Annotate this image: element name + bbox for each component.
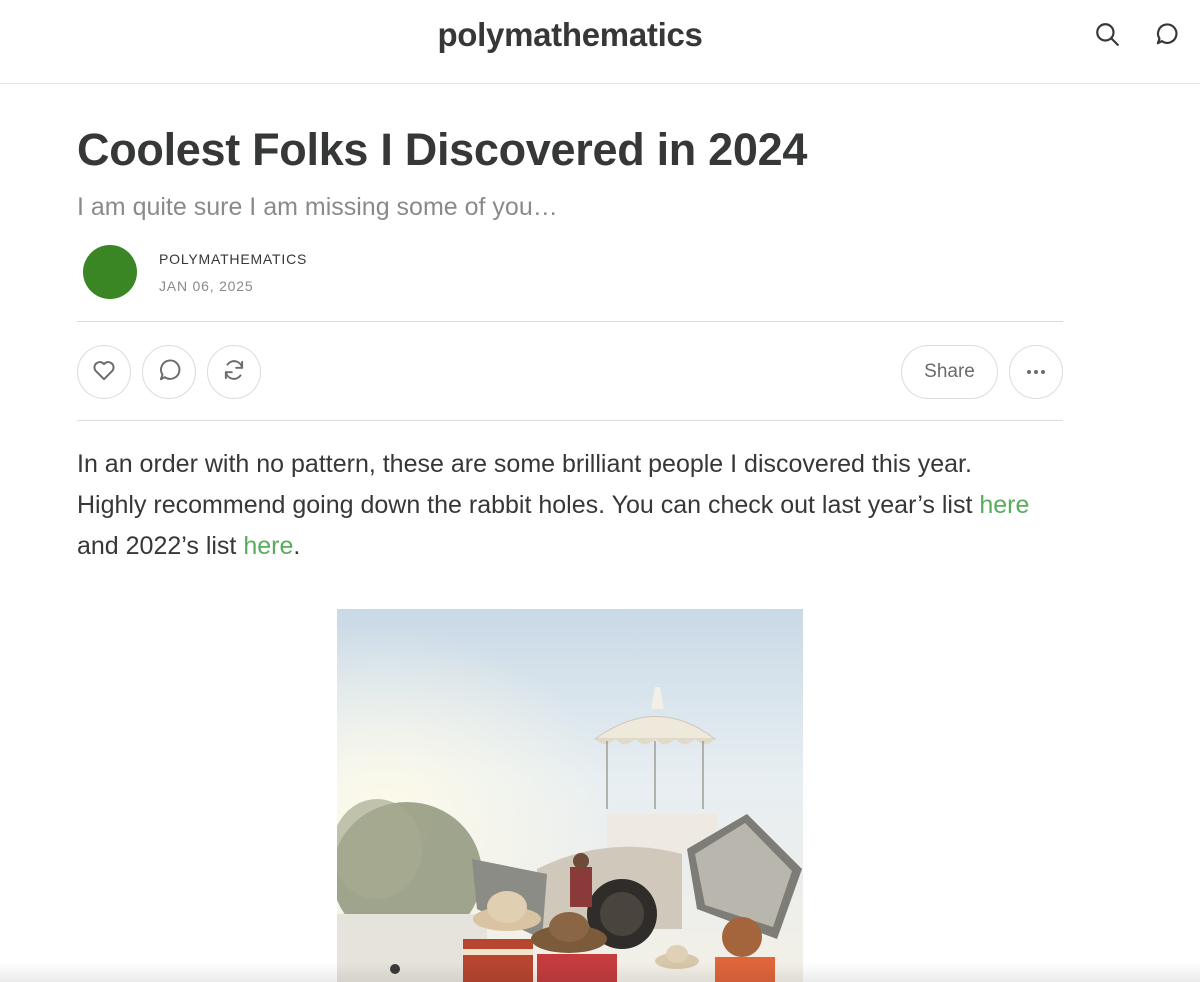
intro-line-1: In an order with no pattern, these are s… (77, 450, 972, 478)
intro-line-3: and 2022’s list (77, 532, 244, 560)
post-subtitle: I am quite sure I am missing some of you… (77, 193, 558, 221)
search-icon[interactable] (1092, 19, 1122, 49)
top-navigation-bar: polymathematics (0, 0, 1200, 84)
restack-icon (221, 357, 247, 388)
comment-icon (156, 357, 182, 388)
more-icon (1024, 363, 1048, 381)
chat-icon[interactable] (1151, 19, 1181, 49)
more-options-button[interactable] (1009, 345, 1063, 399)
intro-line-2: Highly recommend going down the rabbit h… (77, 491, 980, 519)
author-avatar[interactable] (83, 245, 137, 299)
list-2022-link[interactable]: here (243, 532, 293, 560)
post-date: JAN 06, 2025 (159, 278, 254, 294)
like-button[interactable] (77, 345, 131, 399)
post-intro-paragraph: In an order with no pattern, these are s… (77, 444, 1077, 567)
divider-top (77, 321, 1063, 322)
heart-icon (91, 357, 117, 388)
publication-name[interactable]: polymathematics (0, 16, 1140, 54)
last-year-list-link[interactable]: here (979, 491, 1029, 519)
intro-period: . (293, 532, 301, 560)
restack-button[interactable] (207, 345, 261, 399)
hero-image[interactable] (337, 609, 803, 982)
bottom-shadow (0, 962, 1200, 982)
comment-button[interactable] (142, 345, 196, 399)
author-name[interactable]: POLYMATHEMATICS (159, 251, 307, 267)
share-button[interactable]: Share (901, 345, 998, 399)
divider-bottom (77, 420, 1063, 421)
post-title: Coolest Folks I Discovered in 2024 (77, 124, 808, 175)
